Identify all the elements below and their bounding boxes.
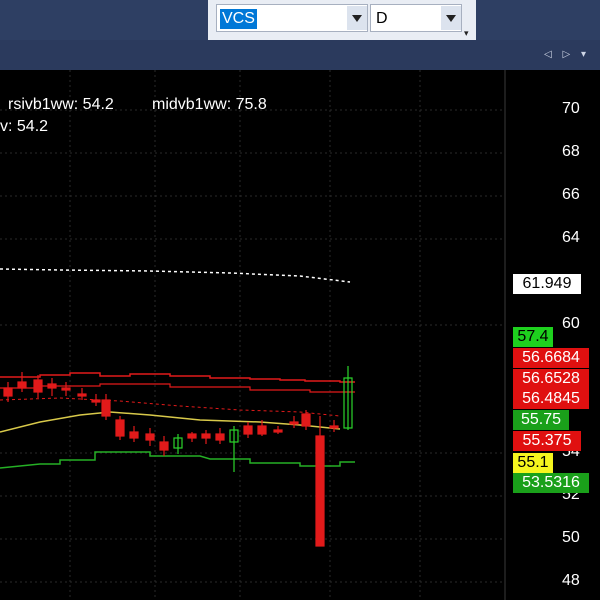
mid-line [0, 411, 341, 433]
candle-body [101, 399, 111, 417]
price-chart[interactable]: rsivb1ww: 54.2 midvb1ww: 75.8 v: 54.2 70… [0, 70, 600, 600]
price-tag: 55.75 [513, 410, 569, 430]
candle-body [91, 399, 101, 403]
candle-body [301, 413, 311, 427]
candle-body [187, 433, 197, 439]
interval-dropdown-button[interactable] [441, 6, 461, 30]
candle-body [47, 383, 57, 389]
candle-body [273, 429, 283, 433]
axis-tick: 70 [562, 100, 580, 117]
axis-tick: 50 [562, 529, 580, 546]
interval-select[interactable]: D [370, 4, 462, 32]
reference-line [0, 268, 351, 283]
axis-tick: 60 [562, 315, 580, 332]
lower-band [0, 451, 355, 469]
legend-rsi: rsivb1ww: 54.2 [8, 96, 114, 113]
chevron-down-icon[interactable]: ▾ [464, 28, 474, 38]
symbol-dropdown-button[interactable] [347, 6, 367, 30]
axis-tick: 66 [562, 186, 580, 203]
symbol-input[interactable]: VCS [216, 4, 368, 32]
price-tag: 56.6684 [513, 348, 589, 368]
price-tag: 53.5316 [513, 473, 589, 493]
candle-body [33, 379, 43, 393]
legend-cut: v: 54.2 [0, 118, 49, 135]
panel-nav-controls[interactable]: ◁ ▷ ▾ [544, 49, 590, 60]
candle-body [3, 387, 13, 397]
toolbar: VCS D ▾ [0, 0, 600, 40]
toolbar-right-strip [476, 0, 600, 40]
price-tag: 56.6528 [513, 369, 589, 389]
candle-body [257, 425, 267, 435]
candle-body [115, 419, 125, 437]
axis-tick: 64 [562, 229, 580, 246]
price-tag: 55.1 [513, 453, 553, 473]
chart-panel-header: ◁ ▷ ▾ [0, 40, 600, 70]
price-tag: 57.4 [513, 327, 553, 347]
symbol-value: VCS [220, 9, 257, 29]
candle-body [77, 393, 87, 397]
chart-canvas [0, 70, 506, 600]
candle-body [243, 425, 253, 435]
candle-body [61, 387, 71, 391]
toolbar-left-strip [0, 0, 208, 40]
candle-body [17, 381, 27, 389]
candle-body [215, 433, 225, 441]
price-tag-last: 61.949 [513, 274, 581, 294]
candle-body [145, 433, 155, 441]
dashed-mid-band [0, 397, 341, 417]
axis-tick: 68 [562, 143, 580, 160]
candle-body [201, 433, 211, 439]
candle-body [329, 425, 339, 429]
candle-body [315, 435, 325, 547]
price-tag: 55.375 [513, 431, 581, 451]
candle-body [159, 441, 169, 451]
interval-value: D [376, 10, 388, 27]
candle-body [129, 431, 139, 439]
axis-tick: 48 [562, 572, 580, 589]
legend-mid: midvb1ww: 75.8 [152, 96, 267, 113]
price-tag: 56.4845 [513, 389, 589, 409]
upper-band [0, 372, 355, 383]
candle-body [289, 421, 299, 425]
